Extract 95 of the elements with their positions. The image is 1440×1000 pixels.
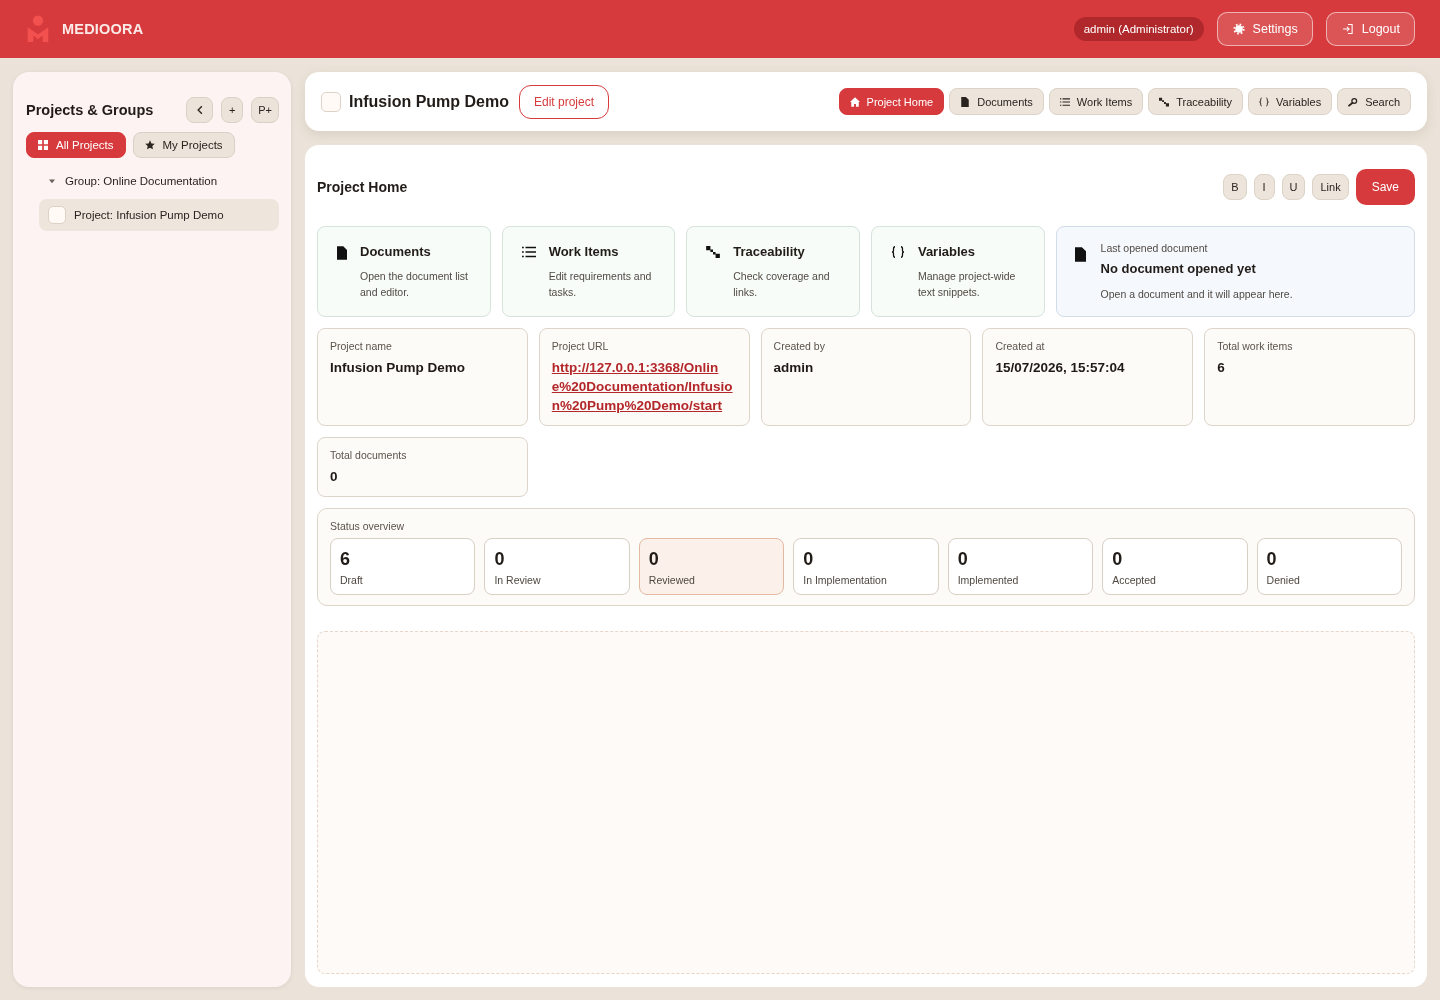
settings-icon [1232,23,1245,35]
nav-tab[interactable]: Variables [1248,88,1333,115]
card-title: Documents [360,244,432,259]
status-count: 6 [340,548,351,570]
status-count: 0 [1266,548,1278,570]
logo-icon [26,15,50,43]
tool-button[interactable]: P+ [251,97,279,123]
status-card[interactable]: 0 Reviewed [638,538,785,595]
status-count: 0 [957,548,969,570]
nav-tab[interactable]: Project Home [838,88,945,115]
status-card[interactable]: 0 Accepted [1102,538,1248,595]
checkbox[interactable] [48,206,66,224]
settings-button[interactable]: Settings [1216,12,1313,46]
user-badge: admin (Administrator) [1073,17,1204,41]
home-icon [849,96,860,107]
linked-squares-icon [1159,96,1170,107]
status-count: 0 [648,548,660,570]
field-label: Total work items [1217,340,1294,352]
status-card[interactable]: 0 Denied [1256,538,1402,595]
edit-project-button[interactable]: Edit project [519,84,610,119]
status-label: Accepted [1112,574,1157,586]
collapse-button[interactable] [186,97,214,123]
field-label: Created at [995,340,1046,352]
panel-label: Status overview [330,520,406,533]
tree-group[interactable]: Group: Online Documentation [25,172,279,190]
document-icon [960,96,971,107]
field-label: Total documents [330,449,408,461]
field-label: Created by [773,340,826,352]
card-description: Check coverage and links. [733,269,831,300]
panel-title: Project Home [317,179,408,195]
brand-name: MEDIOORA [62,21,144,37]
status-count: 0 [1112,548,1124,570]
save-button[interactable]: Save [1355,169,1415,205]
format-button[interactable]: B [1223,174,1247,200]
linked-squares-icon [706,246,721,258]
status-label: In Review [494,574,542,586]
field-value: 0 [330,468,339,486]
list-icon [1059,96,1070,107]
chevron-left-icon [196,105,203,115]
quick-link-card[interactable]: Variables Manage project-wide text snippets. [870,226,1045,317]
field-value: admin [773,359,815,377]
field-label: Project URL [551,340,610,352]
tree-item[interactable]: Project: Infusion Pump Demo [39,199,279,231]
tool-button[interactable]: + [221,97,244,123]
quick-link-card[interactable]: Work Items Edit requirements and tasks. [501,226,676,317]
field-value: 15/07/2026, 15:57:04 [995,359,1126,377]
card-label: Last opened document [1100,242,1209,254]
filter-button[interactable]: All Projects [26,132,126,158]
quick-link-card[interactable]: Traceability Check coverage and links. [686,226,860,317]
logout-icon [1341,23,1354,35]
nav-tab[interactable]: Search [1337,88,1411,115]
status-label: Denied [1266,574,1301,586]
status-card[interactable]: 0 In Implementation [793,538,939,595]
card-title: Work Items [548,244,620,259]
format-button[interactable]: I [1253,174,1275,200]
status-card[interactable]: 6 Draft [330,538,476,595]
status-label: Draft [340,574,364,586]
status-count: 0 [494,548,506,570]
field-label: Project name [330,340,393,352]
checkbox[interactable] [321,91,341,112]
document-icon [1074,246,1086,263]
star-icon [144,140,155,150]
status-label: Reviewed [648,574,696,586]
quick-link-card[interactable]: Documents Open the document list and editor. [317,226,491,317]
card-description: Manage project-wide text snippets. [917,269,1017,300]
card-description: Open a document and it will appear here. [1100,287,1293,302]
braces-icon [1259,96,1270,107]
status-label: In Implementation [803,574,888,586]
sidebar-title: Projects & Groups [25,102,154,118]
status-card[interactable]: 0 Implemented [947,538,1094,595]
logout-button[interactable]: Logout [1325,12,1415,46]
field-value: 6 [1217,359,1226,377]
format-button[interactable]: Link [1312,174,1349,200]
card-title: Variables [917,244,977,259]
url-link[interactable]: http://127.0.0.1:3368/Online%20Documentation/Infusion%20Pump%20Demo/start [551,358,737,415]
status-count: 0 [803,548,815,570]
nav-tab[interactable]: Documents [949,88,1044,115]
status-card[interactable]: 0 In Review [484,538,630,595]
format-button[interactable]: U [1281,174,1306,200]
card-description: Open the document list and editor. [360,269,469,300]
card-title: No document opened yet [1100,261,1257,276]
search-icon [1348,96,1359,107]
editor-field[interactable] [317,631,1415,974]
card-title: Traceability [733,244,806,259]
filter-button[interactable]: My Projects [132,132,235,158]
field-value: Infusion Pump Demo [330,359,466,377]
card-description: Edit requirements and tasks. [548,269,653,300]
project-title: Infusion Pump Demo [349,92,509,111]
status-label: Implemented [957,574,1020,586]
document-icon [337,245,347,261]
list-icon [521,246,536,258]
braces-icon [890,246,905,258]
nav-tab[interactable]: Traceability [1148,88,1244,115]
grid-icon [38,140,48,150]
nav-tab[interactable]: Work Items [1048,88,1144,115]
